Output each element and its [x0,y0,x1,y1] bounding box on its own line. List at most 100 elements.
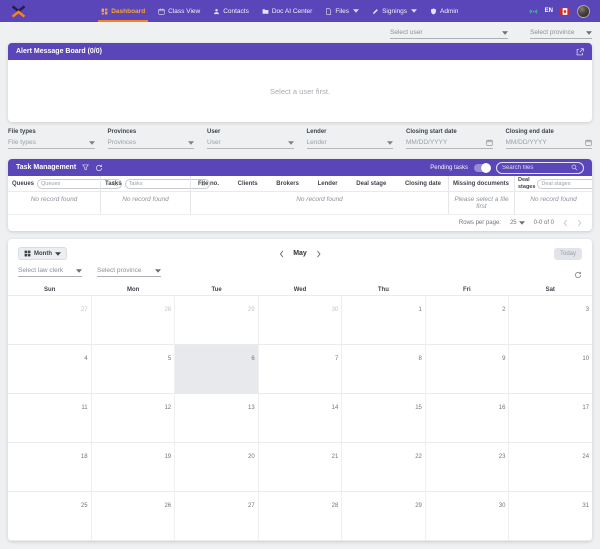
calendar-cell[interactable]: 16 [426,394,510,443]
calendar-cell[interactable]: 12 [92,394,176,443]
missing-documents-header: Missing documents [449,176,514,192]
calendar-cell[interactable]: 24 [509,443,592,492]
day-header-tue: Tue [175,287,258,293]
calendar-cell[interactable]: 17 [509,394,592,443]
calendar-cell[interactable]: 22 [342,443,426,492]
files-empty-state: No record found [191,192,448,214]
previous-month-button[interactable] [279,250,284,258]
calendar-cell[interactable]: 2 [426,296,510,345]
calendar-cell[interactable]: 30 [259,296,343,345]
task-management-panel: Task Management Pending tasks Queues No … [8,159,592,231]
calendar-cell[interactable]: 5 [92,345,176,394]
calendar-cell[interactable]: 31 [509,492,592,541]
calendar-refresh-icon[interactable] [574,271,582,279]
calendar-cell[interactable]: 27 [175,492,259,541]
calendar-cell[interactable]: 19 [92,443,176,492]
day-header-wed: Wed [258,287,341,293]
select-law-clerk-dropdown[interactable]: Select law clerk [18,267,82,277]
chevron-down-icon [55,252,61,256]
filter-file-types-control[interactable]: File types [8,139,95,149]
filter-closing-start-date-control[interactable]: MM/DD/YYYY [406,139,493,149]
filter-label: File types [8,129,95,135]
calendar-cell[interactable]: 15 [342,394,426,443]
calendar-cell[interactable]: 11 [8,394,92,443]
nav-item-signings[interactable]: Signings [372,0,417,22]
today-button[interactable]: Today [554,248,582,260]
nav-item-doc-ai-center[interactable]: Doc AI Center [262,0,312,22]
next-page-button[interactable] [577,219,582,227]
nav-item-files[interactable]: Files [325,0,359,22]
calendar-date-number: 16 [499,405,506,411]
filter-provinces-control[interactable]: Provinces [108,139,195,149]
calendar-cell[interactable]: 27 [8,296,92,345]
calendar-cell[interactable]: 28 [259,492,343,541]
calendar-cell[interactable]: 9 [426,345,510,394]
calendar-cell[interactable]: 18 [8,443,92,492]
calendar-cell[interactable]: 28 [92,296,176,345]
calendar-cell[interactable]: 23 [426,443,510,492]
alert-board-header: Alert Message Board (0/0) [8,43,592,60]
previous-page-button[interactable] [563,219,568,227]
missing-documents-column-label: Missing documents [453,181,509,187]
calendar-cell[interactable]: 10 [509,345,592,394]
calendar-cell[interactable]: 29 [342,492,426,541]
pending-tasks-label: Pending tasks [430,165,468,171]
calendar-cell[interactable]: 4 [8,345,92,394]
filter-placeholder: Provinces [108,139,137,146]
calendar-cell[interactable]: 21 [259,443,343,492]
calendar-cell[interactable]: 13 [175,394,259,443]
calendar-date-number: 15 [415,405,422,411]
filter-user-control[interactable]: User [207,139,294,149]
language-label[interactable]: EN [545,8,553,14]
calendar-date-number: 22 [415,454,422,460]
calendar-date-number: 10 [582,356,589,362]
refresh-icon[interactable] [95,164,103,172]
deal-stages-search-input[interactable] [541,181,592,187]
nav-item-admin[interactable]: Admin [430,0,458,22]
calendar-toolbar: Month May Today [8,246,592,261]
rows-per-page-select[interactable]: 25 [510,220,525,226]
calendar-view-select[interactable]: Month [18,247,67,260]
calendar-cell[interactable]: 26 [92,492,176,541]
filter-lender-control[interactable]: Lender [307,139,394,149]
column-header-brokers: Brokers [276,181,299,187]
chevron-down-icon [502,31,508,35]
calendar-cell[interactable]: 8 [342,345,426,394]
user-avatar[interactable] [577,5,590,18]
calendar-cell[interactable]: 14 [259,394,343,443]
tasks-search-input[interactable] [129,181,200,187]
calendar-select-province-dropdown[interactable]: Select province [97,267,161,277]
nav-item-dashboard[interactable]: Dashboard [101,0,145,22]
pending-tasks-toggle[interactable] [474,164,490,172]
calendar-date-number: 12 [164,405,171,411]
broadcast-icon[interactable] [529,7,538,16]
calendar-cell[interactable]: 29 [175,296,259,345]
calendar-cell[interactable]: 1 [342,296,426,345]
select-province-dropdown[interactable]: Select province [530,29,592,39]
filter-closing-end-date-control[interactable]: MM/DD/YYYY [506,139,593,149]
filter-funnel-icon[interactable] [82,164,89,171]
calendar-cell-today[interactable]: 6 [175,345,259,394]
calendar-date-number: 4 [84,356,87,362]
calendar-cell[interactable]: 25 [8,492,92,541]
open-in-new-icon[interactable] [576,48,584,56]
column-header-lender: Lender [318,181,338,187]
nav-item-label: Doc AI Center [272,8,312,15]
calendar-cell[interactable]: 30 [426,492,510,541]
queues-header: Queues [8,176,100,192]
calendar-cell[interactable]: 7 [259,345,343,394]
app-logo[interactable] [10,5,27,18]
missing-documents-section: Missing documents Please select a file f… [448,176,514,214]
canada-flag-icon[interactable] [560,8,570,15]
search-files-input[interactable] [502,165,569,171]
chevron-down-icon [353,9,359,13]
grid-icon [24,250,31,257]
select-user-dropdown[interactable]: Select user [390,29,508,39]
calendar-date-number: 11 [81,405,87,411]
calendar-cell[interactable]: 3 [509,296,592,345]
calendar-cell[interactable]: 20 [175,443,259,492]
nav-item-class-view[interactable]: Class View [158,0,200,22]
nav-item-contacts[interactable]: Contacts [213,0,249,22]
filter-label: Provinces [108,129,195,135]
next-month-button[interactable] [316,250,321,258]
